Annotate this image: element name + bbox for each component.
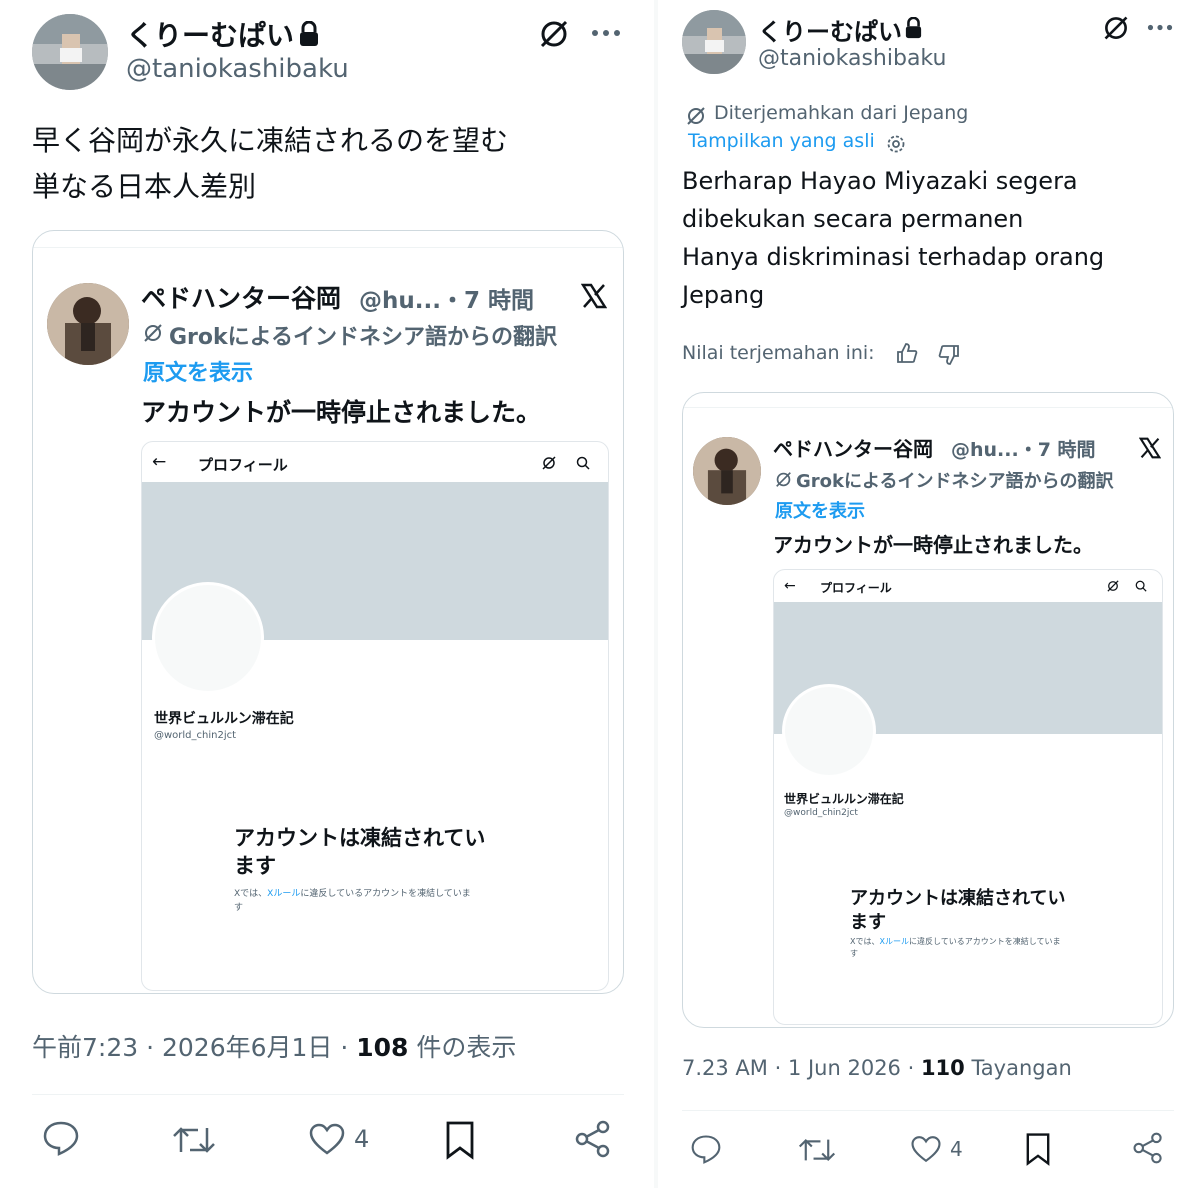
grok-translation-label: Grokによるインドネシア語からの翻訳 [169, 325, 557, 350]
suspended-heading: アカウントは凍結されてい [234, 826, 486, 850]
profile-name: 世界ビュルルン滞在記 [154, 711, 294, 727]
bookmark-button[interactable] [444, 1120, 476, 1160]
view-count: 108 [356, 1033, 409, 1062]
like-button[interactable]: 4 [308, 1122, 369, 1156]
tweet-meta: 午前7:23 · 2026年6月1日 · 108 件の表示 [32, 1033, 517, 1062]
x-rules-link[interactable]: Xルール [267, 889, 300, 899]
more-icon[interactable] [1144, 14, 1176, 40]
quoted-author-name[interactable]: ペドハンター谷岡 [773, 433, 933, 462]
profile-avatar-placeholder [152, 582, 264, 694]
grok-icon [773, 469, 793, 489]
x-rules-link[interactable]: Xルール [879, 937, 908, 946]
grok-icon [684, 104, 708, 128]
thumbs-up-icon[interactable] [894, 340, 920, 366]
embedded-screenshot: ← プロフィール 世界ビュルルン滞在記 @world_chin2jct アカウン… [773, 569, 1163, 1025]
right-tweet-panel: くりーむぱい @taniokashibaku Diterjemahkan dar… [662, 0, 1200, 1188]
grok-icon[interactable] [536, 16, 572, 52]
share-button[interactable] [574, 1120, 612, 1158]
reply-button[interactable] [42, 1120, 80, 1156]
quoted-text: アカウントが一時停止されました。 [141, 398, 542, 427]
suspended-note: Xでは、Xルールに違反しているアカウントを凍結していま [234, 889, 471, 899]
x-logo-icon [579, 281, 609, 311]
profile-handle: @world_chin2jct [154, 730, 237, 741]
tweet-line: 単なる日本人差別 [32, 170, 257, 203]
lock-icon [296, 20, 322, 48]
tweet-line: dibekukan secara permanen [682, 205, 1024, 233]
author-handle[interactable]: @taniokashibaku [758, 46, 946, 71]
author-avatar[interactable] [682, 10, 746, 74]
tweet-line: Berharap Hayao Miyazaki segera [682, 167, 1078, 195]
grok-icon [141, 321, 165, 345]
like-button[interactable]: 4 [910, 1134, 963, 1164]
suspended-note: Xでは、Xルールに違反しているアカウントを凍結していま [850, 937, 1061, 946]
tweet-line: Hanya diskriminasi terhadap orang [682, 243, 1105, 271]
translated-from-label: Diterjemahkan dari Jepang [714, 102, 969, 124]
profile-title: プロフィール [198, 456, 288, 474]
grok-icon [1106, 579, 1120, 593]
embedded-screenshot: ← プロフィール 世界ビュルルン滞在記 @world_chin2jct アカウン… [141, 441, 609, 991]
author-avatar[interactable] [32, 14, 108, 90]
show-original-link[interactable]: 原文を表示 [143, 355, 253, 387]
quoted-author-avatar[interactable] [693, 437, 761, 505]
like-count: 4 [950, 1137, 963, 1161]
quoted-author-avatar[interactable] [47, 283, 129, 365]
author-name[interactable]: くりーむぱい [758, 12, 902, 47]
rate-translation-label: Nilai terjemahan ini: [682, 342, 875, 364]
tweet-line: 早く谷岡が永久に凍結されるのを望む [32, 124, 509, 157]
tweet-timestamp[interactable]: 午前7:23 · 2026年6月1日 · [32, 1033, 356, 1062]
back-arrow-icon: ← [784, 578, 796, 594]
tweet-meta: 7.23 AM · 1 Jun 2026 · 110 Tayangan [682, 1056, 1072, 1080]
profile-avatar-placeholder [782, 684, 876, 778]
retweet-button[interactable] [172, 1124, 216, 1156]
tweet-timestamp[interactable]: 7.23 AM · 1 Jun 2026 · [682, 1056, 921, 1080]
left-tweet-panel: くりーむぱい @taniokashibaku 早く谷岡が永久に凍結されるのを望む… [0, 0, 650, 1188]
bookmark-button[interactable] [1024, 1132, 1052, 1166]
reply-button[interactable] [690, 1134, 722, 1164]
author-handle[interactable]: @taniokashibaku [126, 54, 349, 84]
suspended-heading: アカウントは凍結されてい [850, 888, 1066, 909]
quoted-tweet-card[interactable]: ペドハンター谷岡 @hu...・7 時間 Grokによるインドネシア語からの翻訳… [682, 392, 1174, 1028]
profile-title: プロフィール [820, 581, 892, 595]
profile-handle: @world_chin2jct [784, 808, 858, 818]
author-name[interactable]: くりーむぱい [126, 14, 294, 54]
view-count: 110 [920, 1056, 965, 1080]
tweet-text: 早く谷岡が永久に凍結されるのを望む 単なる日本人差別 [32, 118, 508, 210]
more-icon[interactable] [588, 18, 624, 48]
like-count: 4 [354, 1125, 370, 1153]
suspended-note-tail: す [234, 903, 244, 913]
x-logo-icon [1137, 435, 1163, 461]
share-button[interactable] [1132, 1132, 1164, 1164]
show-original-link[interactable]: Tampilkan yang asli [688, 130, 875, 152]
tweet-text: Berharap Hayao Miyazaki segera dibekukan… [682, 162, 1104, 314]
tweet-line: Jepang [682, 281, 765, 309]
quoted-author-handle[interactable]: @hu...・7 時間 [951, 435, 1096, 462]
quoted-tweet-card[interactable]: ペドハンター谷岡 @hu...・7 時間 Grokによるインドネシア語からの翻訳… [32, 230, 624, 994]
suspended-note-tail: す [850, 949, 858, 958]
search-icon [574, 454, 592, 472]
quoted-text: アカウントが一時停止されました。 [773, 533, 1093, 557]
profile-name: 世界ビュルルン滞在記 [784, 792, 904, 806]
show-original-link[interactable]: 原文を表示 [775, 497, 865, 523]
back-arrow-icon: ← [152, 452, 167, 472]
search-icon [1134, 579, 1148, 593]
retweet-button[interactable] [798, 1136, 836, 1164]
settings-icon[interactable] [884, 132, 908, 156]
lock-icon [902, 16, 924, 40]
quoted-author-name[interactable]: ペドハンター谷岡 [141, 279, 341, 315]
grok-icon [540, 454, 558, 472]
suspended-heading-line2: ます [234, 854, 276, 878]
suspended-heading-line2: ます [850, 912, 886, 933]
thumbs-down-icon[interactable] [936, 342, 962, 368]
panel-divider [654, 0, 658, 1188]
grok-translation-label: Grokによるインドネシア語からの翻訳 [796, 471, 1114, 492]
quoted-author-handle[interactable]: @hu...・7 時間 [359, 281, 534, 315]
grok-icon[interactable] [1100, 12, 1132, 44]
